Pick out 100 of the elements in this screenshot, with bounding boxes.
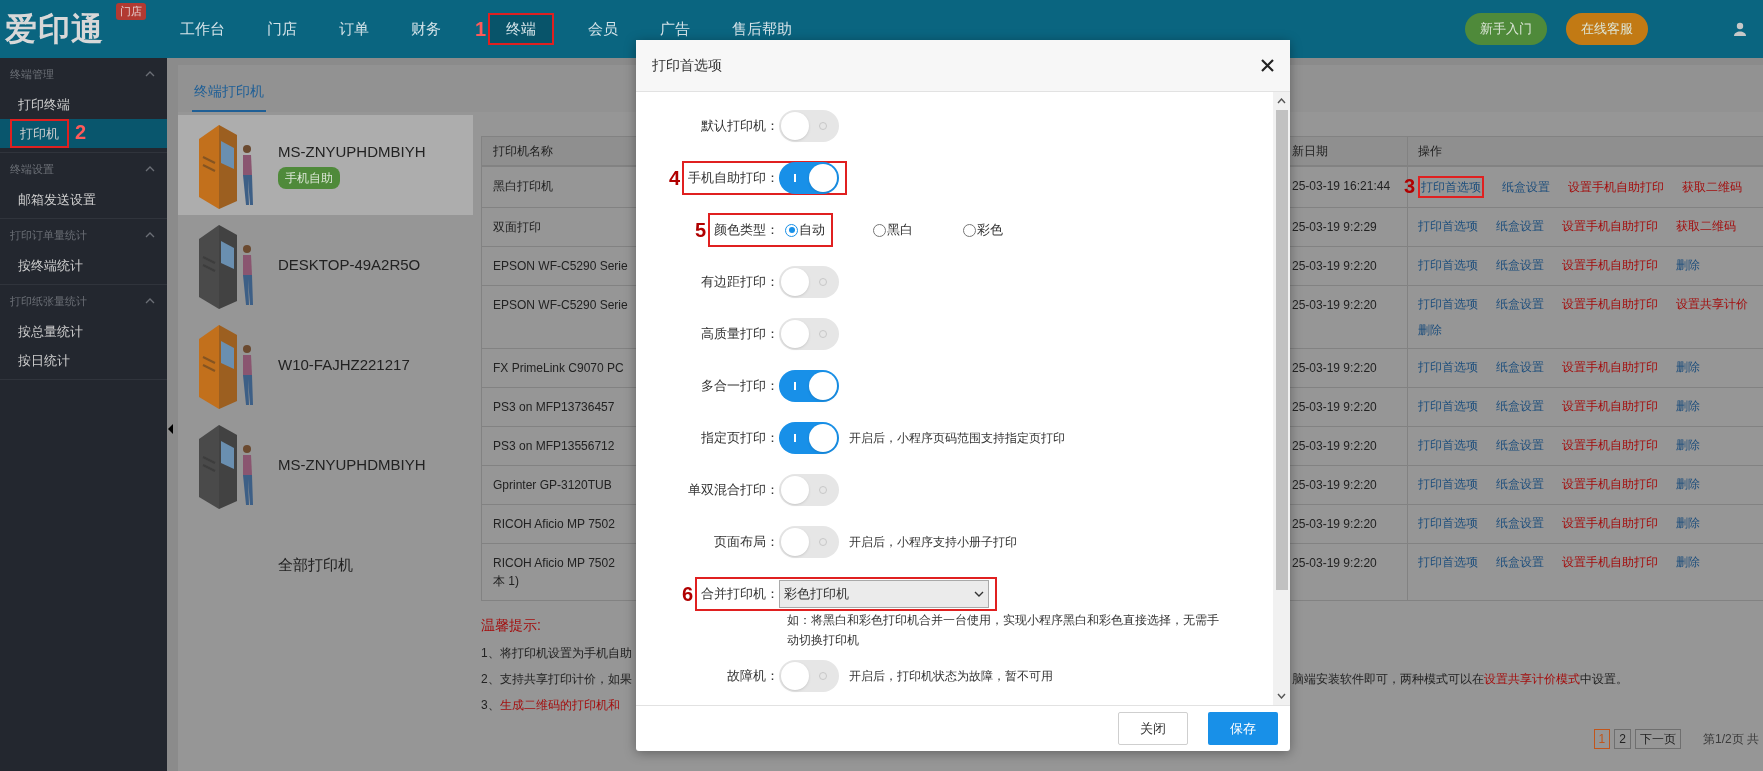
action-link[interactable]: 打印首选项 (1418, 217, 1478, 235)
sidebar-item[interactable]: 按总量统计 (18, 321, 83, 342)
scroll-up-icon[interactable] (1277, 98, 1286, 104)
next-page-button[interactable]: 下一页 (1635, 729, 1681, 749)
action-link[interactable]: 删除 (1676, 436, 1700, 454)
sidebar-item[interactable]: 按终端统计 (18, 255, 83, 276)
table-cell-text: RICOH Aficio MP 7502 (493, 516, 616, 533)
chevron-icon[interactable] (145, 166, 155, 172)
action-link[interactable]: 打印首选项 (1418, 397, 1478, 415)
nav-item[interactable]: 会员 (580, 14, 627, 44)
toggle-switch[interactable] (779, 660, 839, 692)
table-cell-text: FX PrimeLink C9070 PC (493, 360, 625, 377)
section-title: 打印纸张量统计 (10, 293, 87, 309)
header-button[interactable]: 新手入门 (1465, 13, 1547, 45)
section-title: 终端管理 (10, 66, 54, 82)
action-link[interactable]: 设置手机自助打印 (1562, 256, 1658, 274)
action-link[interactable]: 设置手机自助打印 (1562, 553, 1658, 571)
action-link[interactable]: 设置手机自助打印 (1562, 358, 1658, 376)
terminal-name: W10-FAJHZ221217 (278, 354, 410, 375)
action-link[interactable]: 纸盒设置 (1496, 295, 1544, 313)
action-link[interactable]: 设置手机自助打印 (1562, 217, 1658, 235)
action-link[interactable]: 设置手机自助打印 (1562, 436, 1658, 454)
radio-option[interactable]: 自动 (785, 220, 825, 240)
action-link[interactable]: 获取二维码 (1682, 178, 1742, 196)
tab[interactable]: 终端打印机 (192, 81, 266, 112)
action-link[interactable]: 删除 (1676, 256, 1700, 274)
action-link[interactable]: 设置手机自助打印 (1562, 475, 1658, 493)
close-icon[interactable] (1261, 59, 1274, 72)
action-link[interactable]: 纸盒设置 (1496, 514, 1544, 532)
action-link[interactable]: 纸盒设置 (1496, 553, 1544, 571)
user-icon[interactable] (1733, 22, 1747, 36)
action-link[interactable]: 设置共享计价 (1676, 295, 1748, 313)
table-cell-text: Gprinter GP-3120TUB (493, 477, 613, 494)
scrollbar[interactable] (1273, 92, 1290, 705)
table-cell: 25-03-19 9:2:20 (1292, 298, 1377, 312)
toggle-switch[interactable] (779, 474, 839, 506)
action-link[interactable]: 设置手机自助打印 (1562, 514, 1658, 532)
chevron-icon[interactable] (145, 71, 155, 77)
toggle-switch[interactable] (779, 266, 839, 298)
sidebar-item[interactable]: 按日统计 (18, 350, 70, 371)
setting-hint: 如：将黑白和彩色打印机合并一台使用，实现小程序黑白和彩色直接选择，无需手动切换打印机 (787, 612, 1220, 649)
nav-item[interactable]: 售后帮助 (724, 14, 801, 44)
action-link[interactable]: 纸盒设置 (1496, 475, 1544, 493)
chevron-icon[interactable] (145, 232, 155, 238)
action-link[interactable]: 设置手机自助打印 (1562, 295, 1658, 313)
scroll-down-icon[interactable] (1277, 693, 1286, 699)
action-link[interactable]: 打印首选项 (1418, 436, 1478, 454)
radio-option[interactable]: 黑白 (873, 220, 913, 240)
table-cell-text: EPSON WF-C5290 Serie (493, 297, 629, 314)
action-link[interactable]: 删除 (1676, 514, 1700, 532)
action-link[interactable]: 纸盒设置 (1496, 397, 1544, 415)
nav-item[interactable]: 财务 (403, 14, 449, 44)
toggle-switch[interactable] (779, 162, 839, 194)
column-header: 新日期 (1291, 143, 1329, 160)
chevron-icon[interactable] (145, 298, 155, 304)
sidebar-item[interactable]: 打印机 (10, 118, 69, 149)
action-link[interactable]: 打印首选项 (1418, 256, 1478, 274)
toggle-switch[interactable] (779, 526, 839, 558)
toggle-switch[interactable] (779, 370, 839, 402)
action-link[interactable]: 设置手机自助打印 (1568, 178, 1664, 196)
toggle-switch[interactable] (779, 422, 839, 454)
toggle-switch[interactable] (779, 110, 839, 142)
action-link[interactable]: 设置手机自助打印 (1562, 397, 1658, 415)
callout-number: 3 (1403, 175, 1415, 197)
action-link[interactable]: 纸盒设置 (1496, 256, 1544, 274)
page-number[interactable]: 1 (1593, 729, 1611, 749)
action-link[interactable]: 删除 (1676, 358, 1700, 376)
action-link[interactable]: 删除 (1418, 321, 1442, 339)
action-link[interactable]: 纸盒设置 (1502, 178, 1550, 196)
radio-option[interactable]: 彩色 (963, 220, 1003, 240)
action-link[interactable]: 打印首选项 (1418, 295, 1478, 313)
action-link[interactable]: 删除 (1676, 397, 1700, 415)
setting-note: 开启后，打印机状态为故障，暂不可用 (849, 668, 1053, 685)
save-button[interactable]: 保存 (1208, 712, 1278, 745)
nav-item[interactable]: 订单 (331, 14, 377, 44)
action-link[interactable]: 打印首选项 (1418, 553, 1478, 571)
sidebar-item[interactable]: 邮箱发送设置 (18, 189, 96, 210)
nav-item[interactable]: 广告 (652, 14, 699, 44)
action-link[interactable]: 打印首选项 (1418, 514, 1478, 532)
close-button[interactable]: 关闭 (1118, 712, 1188, 745)
terminal-item[interactable]: MS-ZNYUPHDMBIYH 手机自助 (178, 115, 473, 215)
toggle-switch[interactable] (779, 318, 839, 350)
nav-item[interactable]: 终端 (488, 12, 555, 46)
sidebar-item[interactable]: 打印终端 (18, 94, 70, 115)
action-link[interactable]: 删除 (1676, 553, 1700, 571)
header-button[interactable]: 在线客服 (1566, 13, 1648, 45)
action-link[interactable]: 打印首选项 (1418, 176, 1484, 198)
nav-item[interactable]: 门店 (259, 14, 305, 44)
action-link[interactable]: 获取二维码 (1676, 217, 1736, 235)
action-link[interactable]: 删除 (1676, 475, 1700, 493)
collapse-icon[interactable] (168, 424, 173, 434)
action-link[interactable]: 纸盒设置 (1496, 436, 1544, 454)
nav-item[interactable]: 工作台 (172, 14, 233, 44)
printer-select[interactable]: 彩色打印机 (779, 580, 989, 608)
action-link[interactable]: 纸盒设置 (1496, 358, 1544, 376)
action-link[interactable]: 打印首选项 (1418, 358, 1478, 376)
action-link[interactable]: 纸盒设置 (1496, 217, 1544, 235)
action-link[interactable]: 打印首选项 (1418, 475, 1478, 493)
store-badge: 门店 (116, 3, 146, 20)
page-number[interactable]: 2 (1614, 729, 1631, 749)
